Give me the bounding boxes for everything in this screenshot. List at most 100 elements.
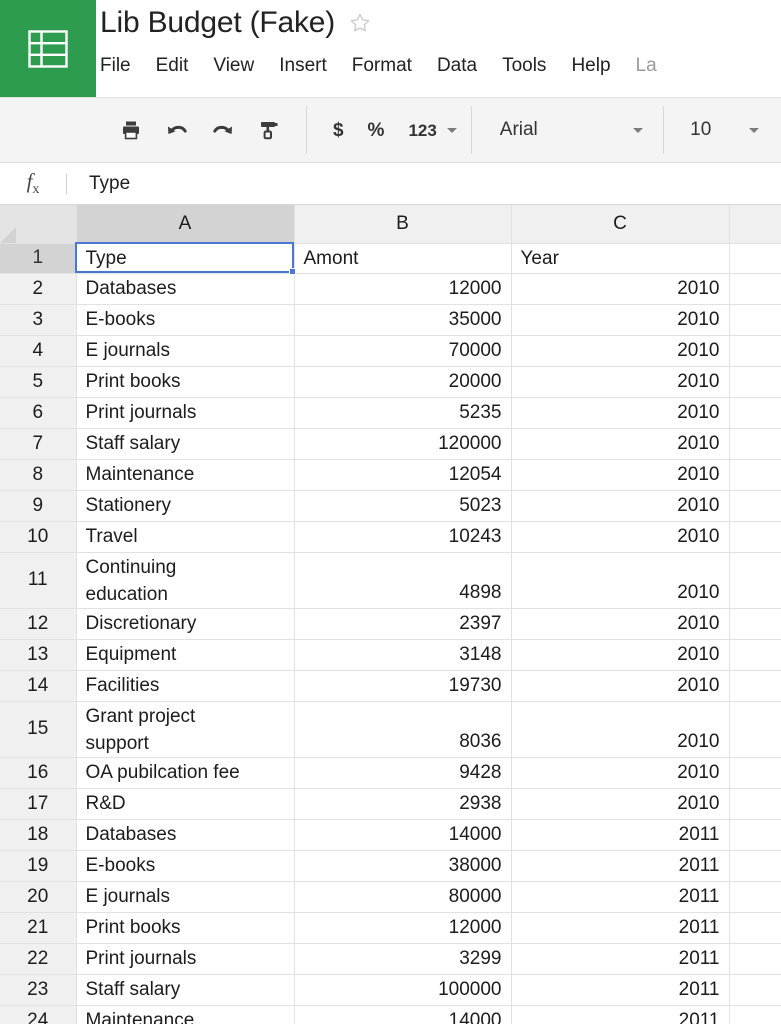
cell-c[interactable]: 2010 xyxy=(511,366,730,398)
cell-d[interactable] xyxy=(729,943,781,975)
cell-c[interactable]: 2010 xyxy=(511,273,730,305)
cell-a[interactable]: Discretionary xyxy=(76,608,295,640)
menu-format[interactable]: Format xyxy=(352,53,412,79)
row-header[interactable]: 4 xyxy=(0,335,77,367)
number-format-chevron-down-icon[interactable] xyxy=(446,127,457,133)
currency-format-button[interactable]: $ xyxy=(321,121,356,140)
cell-a[interactable]: Databases xyxy=(76,273,295,305)
row-header[interactable]: 24 xyxy=(0,1005,77,1024)
row-header[interactable]: 22 xyxy=(0,943,77,975)
cell-d[interactable] xyxy=(729,243,781,274)
formula-input[interactable]: Type xyxy=(67,173,130,195)
cell-b[interactable]: 35000 xyxy=(294,304,512,336)
select-all-corner[interactable] xyxy=(0,205,77,244)
cell-a[interactable]: Staff salary xyxy=(76,428,295,460)
cell-a[interactable]: E-books xyxy=(76,304,295,336)
row-header[interactable]: 15 xyxy=(0,701,77,758)
row-header[interactable]: 14 xyxy=(0,670,77,702)
font-size-chevron-down-icon[interactable] xyxy=(748,127,759,133)
cell-b[interactable]: 14000 xyxy=(294,819,512,851)
cell-a[interactable]: Print journals xyxy=(76,397,295,429)
cell-d[interactable] xyxy=(729,335,781,367)
row-header[interactable]: 12 xyxy=(0,608,77,640)
document-title[interactable]: Lib Budget (Fake) xyxy=(100,6,335,40)
cell-b[interactable]: 4898 xyxy=(294,552,512,609)
cell-a[interactable]: Maintenance xyxy=(76,459,295,491)
sheets-logo[interactable] xyxy=(0,0,96,97)
cell-d[interactable] xyxy=(729,459,781,491)
cell-d[interactable] xyxy=(729,757,781,789)
cell-a[interactable]: Travel xyxy=(76,521,295,553)
cell-d[interactable] xyxy=(729,397,781,429)
cell-c[interactable]: 2011 xyxy=(511,1005,730,1024)
cell-c[interactable]: 2011 xyxy=(511,974,730,1006)
cell-b[interactable]: 3148 xyxy=(294,639,512,671)
cell-c[interactable]: 2010 xyxy=(511,670,730,702)
font-family-selector[interactable]: Arial xyxy=(472,98,663,162)
cell-c[interactable]: 2010 xyxy=(511,552,730,609)
cell-d[interactable] xyxy=(729,670,781,702)
cell-c[interactable]: 2010 xyxy=(511,459,730,491)
percent-format-button[interactable]: % xyxy=(356,121,397,140)
cell-b[interactable]: 70000 xyxy=(294,335,512,367)
cell-b[interactable]: 19730 xyxy=(294,670,512,702)
cell-a[interactable]: Print journals xyxy=(76,943,295,975)
row-header[interactable]: 7 xyxy=(0,428,77,460)
cell-c[interactable]: 2010 xyxy=(511,304,730,336)
row-header[interactable]: 16 xyxy=(0,757,77,789)
cell-d[interactable] xyxy=(729,819,781,851)
cell-a[interactable]: Databases xyxy=(76,819,295,851)
menu-data[interactable]: Data xyxy=(437,53,477,79)
cell-d[interactable] xyxy=(729,974,781,1006)
row-header[interactable]: 10 xyxy=(0,521,77,553)
cell-c[interactable]: 2010 xyxy=(511,701,730,758)
cell-b[interactable]: 10243 xyxy=(294,521,512,553)
cell-b[interactable]: 38000 xyxy=(294,850,512,882)
cell-c[interactable]: 2010 xyxy=(511,490,730,522)
cell-d[interactable] xyxy=(729,1005,781,1024)
cell-d[interactable] xyxy=(729,273,781,305)
cell-c[interactable]: 2010 xyxy=(511,428,730,460)
cell-c[interactable]: 2011 xyxy=(511,912,730,944)
row-header[interactable]: 11 xyxy=(0,552,77,609)
cell-d[interactable] xyxy=(729,850,781,882)
row-header[interactable]: 20 xyxy=(0,881,77,913)
cell-b[interactable]: 80000 xyxy=(294,881,512,913)
cell-d[interactable] xyxy=(729,608,781,640)
function-icon[interactable]: fx xyxy=(0,169,66,198)
column-header-b[interactable]: B xyxy=(294,205,512,244)
cell-a[interactable]: Print books xyxy=(76,912,295,944)
row-header[interactable]: 13 xyxy=(0,639,77,671)
cell-c[interactable]: 2010 xyxy=(511,608,730,640)
row-header[interactable]: 18 xyxy=(0,819,77,851)
spreadsheet-grid[interactable]: A B C 1 Type Amont Year 2 Databases 12000 2010 3… xyxy=(0,205,781,1024)
row-header[interactable]: 17 xyxy=(0,788,77,820)
cell-d[interactable] xyxy=(729,912,781,944)
cell-b[interactable]: 120000 xyxy=(294,428,512,460)
cell-d[interactable] xyxy=(729,881,781,913)
cell-a[interactable]: OA pubilcation fee xyxy=(76,757,295,789)
menu-file[interactable]: File xyxy=(100,53,131,79)
cell-c[interactable]: 2010 xyxy=(511,397,730,429)
undo-button[interactable] xyxy=(154,108,200,152)
menu-help[interactable]: Help xyxy=(571,53,610,79)
cell-c[interactable]: 2011 xyxy=(511,943,730,975)
cell-b[interactable]: 12000 xyxy=(294,273,512,305)
paint-format-button[interactable] xyxy=(246,108,292,152)
column-header-c[interactable]: C xyxy=(511,205,730,244)
cell-d[interactable] xyxy=(729,428,781,460)
cell-b[interactable]: 20000 xyxy=(294,366,512,398)
menu-tools[interactable]: Tools xyxy=(502,53,546,79)
print-button[interactable] xyxy=(108,108,154,152)
row-header[interactable]: 1 xyxy=(0,243,77,274)
row-header[interactable]: 9 xyxy=(0,490,77,522)
row-header[interactable]: 8 xyxy=(0,459,77,491)
cell-b[interactable]: 8036 xyxy=(294,701,512,758)
cell-c[interactable]: 2010 xyxy=(511,521,730,553)
cell-b[interactable]: 5023 xyxy=(294,490,512,522)
cell-a[interactable]: Staff salary xyxy=(76,974,295,1006)
cell-a[interactable]: Continuing education xyxy=(76,552,295,609)
row-header[interactable]: 19 xyxy=(0,850,77,882)
row-header[interactable]: 6 xyxy=(0,397,77,429)
number-format-button[interactable]: 123 xyxy=(396,122,442,139)
